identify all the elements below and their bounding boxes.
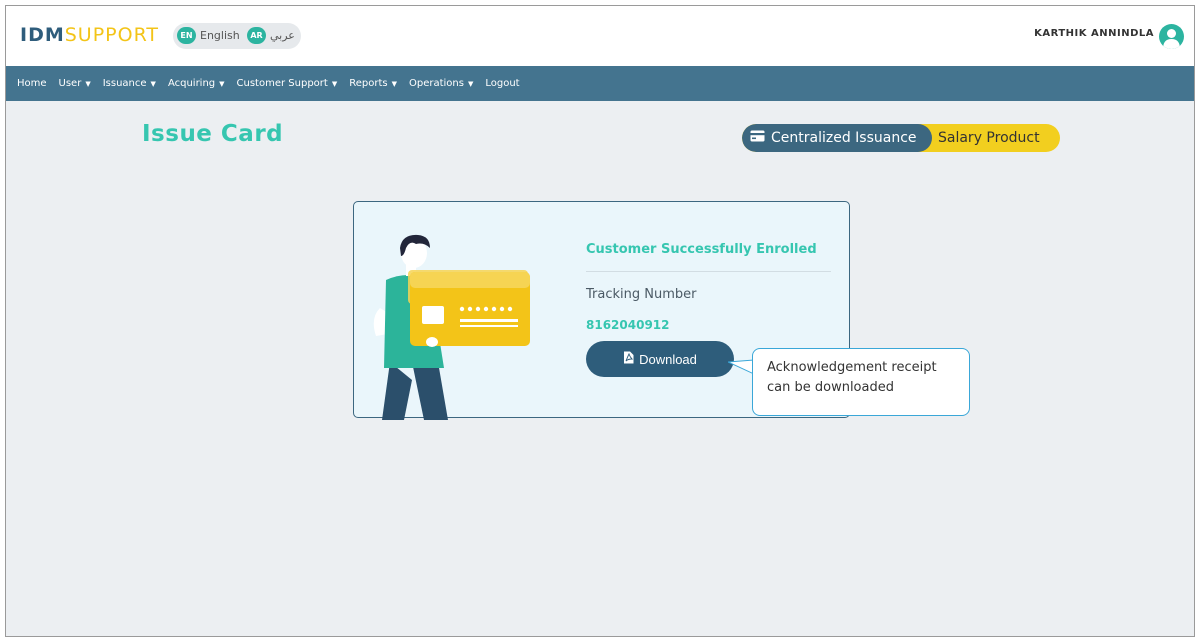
person-holding-card-illustration [368, 230, 548, 420]
lang-ar-label: عربي [270, 29, 295, 42]
nav-issuance[interactable]: Issuance ▼ [103, 78, 156, 89]
main-navbar: Home User ▼ Issuance ▼ Acquiring ▼ Customer… [6, 66, 1194, 101]
nav-reports[interactable]: Reports ▼ [349, 78, 397, 89]
chevron-down-icon: ▼ [150, 80, 156, 88]
nav-user[interactable]: User ▼ [59, 78, 91, 89]
credit-card-icon [750, 130, 765, 146]
page-title: Issue Card [142, 121, 284, 147]
nav-operations-label: Operations [408, 78, 464, 89]
product-salary-label: Salary Product [938, 130, 1040, 146]
callout-line-2: can be downloaded [767, 380, 894, 395]
product-selector: Centralized Issuance Salary Product [742, 124, 1060, 152]
logo-secondary: SUPPORT [64, 24, 160, 46]
app-window: IDMSUPPORT EN English AR عربي KARTHIK AN… [5, 5, 1195, 637]
download-label: Download [639, 351, 697, 367]
nav-customer-support[interactable]: Customer Support ▼ [237, 78, 338, 89]
chevron-down-icon: ▼ [331, 80, 338, 88]
language-toggle: EN English AR عربي [173, 23, 301, 49]
pdf-file-icon [623, 351, 634, 367]
nav-logout-label: Logout [485, 78, 520, 89]
product-centralized-label: Centralized Issuance [771, 130, 917, 146]
product-centralized-issuance[interactable]: Centralized Issuance [742, 124, 932, 152]
logo-primary: IDM [20, 24, 65, 46]
annotation-callout: Acknowledgement receipt can be downloade… [752, 348, 970, 416]
lang-en-badge: EN [177, 27, 196, 44]
logo[interactable]: IDMSUPPORT [20, 24, 159, 46]
callout-line-1: Acknowledgement receipt [767, 360, 937, 375]
nav-acquiring[interactable]: Acquiring ▼ [168, 78, 225, 89]
nav-issuance-label: Issuance [102, 78, 147, 89]
product-salary[interactable]: Salary Product [938, 124, 1040, 152]
chevron-down-icon: ▼ [391, 80, 397, 88]
chevron-down-icon: ▼ [467, 80, 474, 88]
nav-home[interactable]: Home [17, 78, 47, 89]
nav-customer-support-label: Customer Support [236, 78, 328, 89]
nav-acquiring-label: Acquiring [167, 78, 216, 89]
language-option-english[interactable]: EN English [177, 27, 240, 44]
lang-ar-badge: AR [247, 27, 266, 44]
tracking-number-label: Tracking Number [586, 287, 697, 302]
divider [586, 271, 831, 272]
nav-user-label: User [58, 78, 82, 89]
callout-pointer [728, 359, 754, 375]
language-option-arabic[interactable]: AR عربي [247, 27, 295, 44]
nav-logout[interactable]: Logout [485, 78, 519, 89]
nav-operations[interactable]: Operations ▼ [409, 78, 473, 89]
nav-home-label: Home [17, 78, 47, 89]
tracking-number-value: 8162040912 [586, 318, 670, 332]
top-header: IDMSUPPORT EN English AR عربي KARTHIK AN… [6, 6, 1194, 66]
nav-reports-label: Reports [349, 78, 388, 89]
user-name[interactable]: KARTHIK ANNINDLA [1034, 28, 1154, 39]
user-avatar-icon[interactable] [1159, 24, 1184, 49]
chevron-down-icon: ▼ [219, 80, 225, 88]
download-button[interactable]: Download [586, 341, 734, 377]
chevron-down-icon: ▼ [85, 80, 91, 88]
enrollment-success-message: Customer Successfully Enrolled [586, 242, 817, 257]
lang-en-label: English [200, 29, 240, 42]
